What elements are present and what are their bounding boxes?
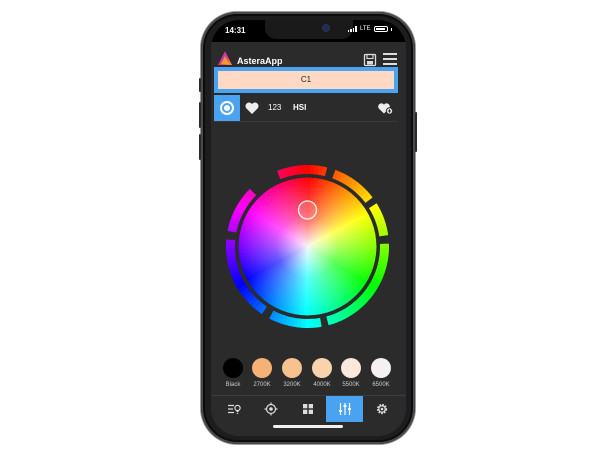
home-indicator xyxy=(273,425,343,428)
mode-tab-bar: 123 HSI xyxy=(214,95,398,122)
battery-nub xyxy=(390,27,392,31)
preset-swatches: Black 2700K 3200K 4000K 5500K 6500K xyxy=(211,358,406,393)
status-bar: 14:31 LTE xyxy=(211,20,406,42)
volume-down-button xyxy=(199,134,201,160)
swatch-4000k[interactable] xyxy=(312,358,332,378)
network-label: LTE xyxy=(359,26,371,32)
nav-fixtures[interactable] xyxy=(215,396,252,422)
swatch-5500k[interactable] xyxy=(341,358,361,378)
channel-button[interactable]: C1 xyxy=(218,71,394,89)
save-icon[interactable] xyxy=(363,53,377,67)
status-indicators: LTE xyxy=(347,26,392,32)
swatch-3200k[interactable] xyxy=(282,358,302,378)
swatch-6500k[interactable] xyxy=(371,358,391,378)
settings-gear-icon xyxy=(376,403,387,415)
battery-icon xyxy=(373,26,388,32)
tab-color-wheel[interactable] xyxy=(214,95,240,121)
swatch-black[interactable] xyxy=(223,358,243,378)
mute-switch xyxy=(199,78,201,92)
color-wheel[interactable] xyxy=(215,154,400,339)
nav-grid[interactable] xyxy=(289,396,326,422)
color-wheel-area xyxy=(211,130,406,355)
color-picker-handle[interactable] xyxy=(297,200,318,220)
bottom-nav xyxy=(211,395,406,422)
phone-screen: 14:31 LTE AsteraApp C1 123 HSI Black 270… xyxy=(211,20,406,436)
channel-bar: C1 xyxy=(214,67,398,93)
nav-settings[interactable] xyxy=(363,396,400,422)
nav-target[interactable] xyxy=(252,396,289,422)
list-bulb-icon xyxy=(227,404,241,414)
saturation-overlay xyxy=(238,177,377,316)
target-icon xyxy=(264,402,277,416)
swatch-2700k[interactable] xyxy=(252,358,272,378)
notch xyxy=(265,20,353,39)
nav-sliders[interactable] xyxy=(326,396,363,422)
tab-hsi[interactable]: HSI xyxy=(293,103,306,112)
app-title: AsteraApp xyxy=(237,56,283,66)
signal-icon xyxy=(347,26,357,32)
grid-icon xyxy=(302,404,313,414)
heart-icon[interactable] xyxy=(244,100,260,116)
volume-up-button xyxy=(199,102,201,128)
app-logo-icon xyxy=(218,51,232,65)
front-camera xyxy=(323,25,329,31)
swatch-label: 6500K xyxy=(372,382,390,388)
menu-icon[interactable] xyxy=(383,53,397,65)
sliders-icon xyxy=(338,403,351,415)
power-button xyxy=(415,112,417,152)
tab-numeric[interactable]: 123 xyxy=(268,103,281,112)
color-wheel-icon xyxy=(220,101,234,115)
heart-add-icon[interactable] xyxy=(377,101,393,115)
status-time: 14:31 xyxy=(225,26,246,35)
